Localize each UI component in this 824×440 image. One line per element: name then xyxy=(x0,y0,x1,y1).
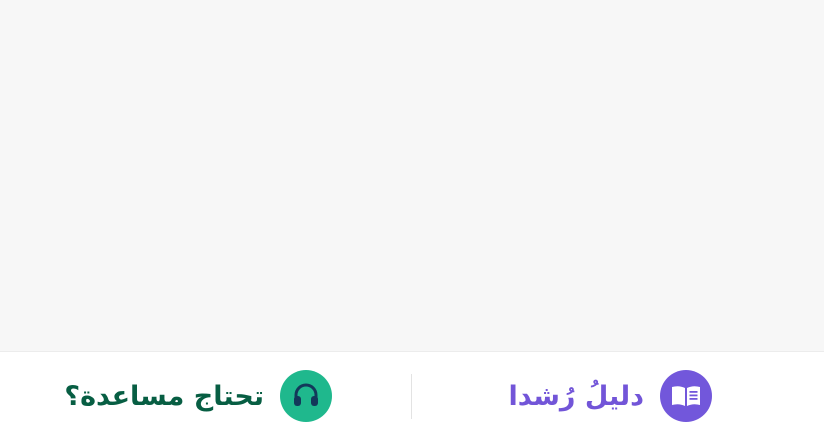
open-book-icon xyxy=(672,386,700,406)
headset-icon xyxy=(294,383,318,406)
bottom-bar: دليلُ رُشدا تحتاج مساعدة؟ xyxy=(0,351,824,440)
help-icon-circle xyxy=(280,370,332,422)
guide-label: دليلُ رُشدا xyxy=(508,380,644,412)
guide-icon-circle xyxy=(660,370,712,422)
page: دليلُ رُشدا تحتاج مساعدة؟ xyxy=(0,0,824,440)
guide-link[interactable]: دليلُ رُشدا xyxy=(509,370,712,422)
help-link[interactable]: تحتاج مساعدة؟ xyxy=(64,370,332,422)
help-label: تحتاج مساعدة؟ xyxy=(64,380,264,412)
divider xyxy=(411,374,412,419)
content-area xyxy=(0,0,824,351)
